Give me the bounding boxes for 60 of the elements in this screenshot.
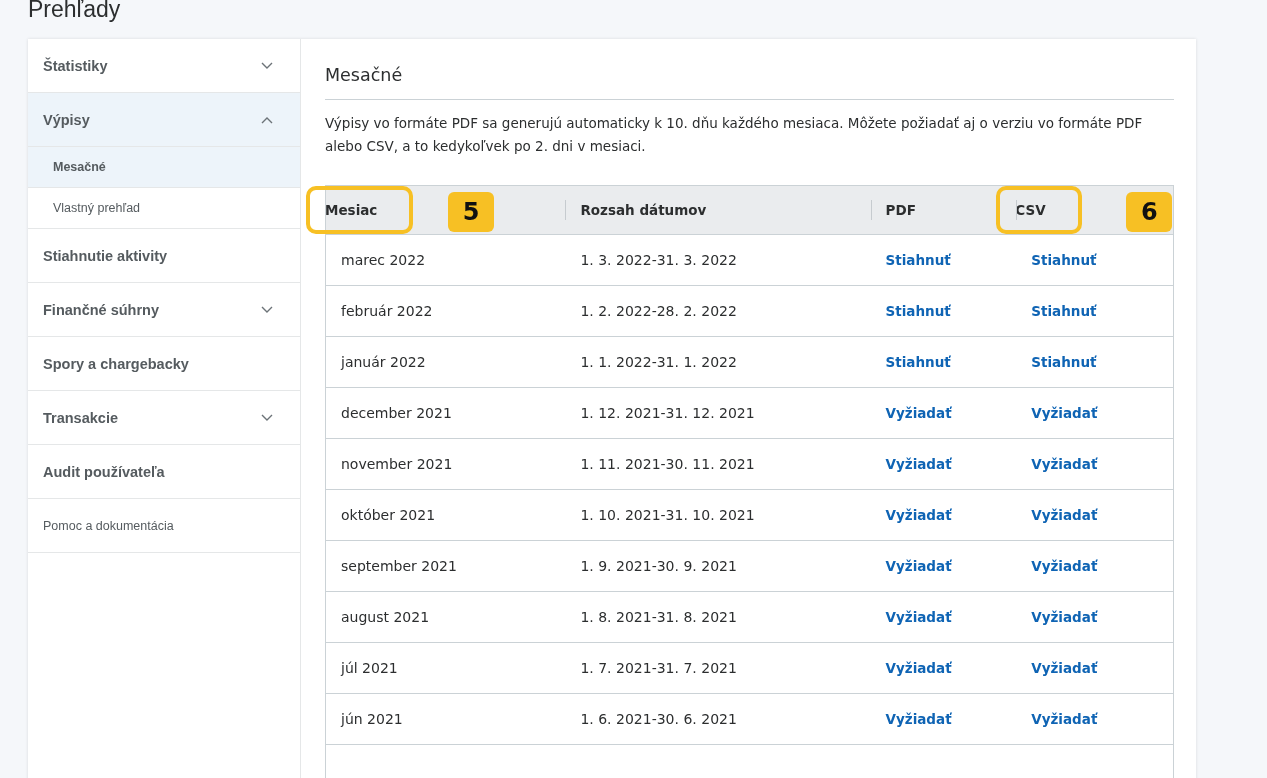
chevron-icon: [261, 115, 273, 124]
table-cell: 1. 7. 2021-31. 7. 2021: [580, 660, 737, 676]
table-cell: 1. 6. 2021-30. 6. 2021: [580, 711, 737, 727]
table-cell: marec 2022: [341, 252, 426, 268]
sidebar-subitem[interactable]: Vlastný prehľad: [28, 188, 300, 229]
sidebar-item[interactable]: Audit používateľa: [28, 445, 300, 499]
table-cell: júl 2021: [341, 660, 398, 676]
download-link[interactable]: Stiahnuť: [885, 252, 951, 268]
sidebar-subitem[interactable]: Mesačné: [28, 147, 300, 188]
callout-badge: 5: [448, 192, 494, 232]
sidebar-item[interactable]: Pomoc a dokumentácia: [28, 499, 300, 553]
download-link[interactable]: Vyžiadať: [885, 456, 952, 472]
chevron-icon: [261, 413, 273, 422]
download-link[interactable]: Stiahnuť: [1031, 303, 1097, 319]
chevron-icon: [261, 61, 273, 70]
table-cell: 1. 9. 2021-30. 9. 2021: [580, 558, 737, 574]
table-cell: 1. 2. 2022-28. 2. 2022: [580, 303, 737, 319]
download-link[interactable]: Vyžiadať: [1031, 405, 1098, 421]
download-link[interactable]: Vyžiadať: [1031, 711, 1098, 727]
download-link[interactable]: Vyžiadať: [1031, 609, 1098, 625]
download-link[interactable]: Vyžiadať: [885, 558, 952, 574]
download-link[interactable]: Vyžiadať: [885, 711, 952, 727]
table-cell: september 2021: [341, 558, 457, 574]
download-link[interactable]: Vyžiadať: [1031, 456, 1098, 472]
table-cell: 1. 3. 2022-31. 3. 2022: [580, 252, 737, 268]
download-link[interactable]: Vyžiadať: [1031, 660, 1098, 676]
table-cell: august 2021: [341, 609, 430, 625]
column-header[interactable]: Rozsah dátumov: [580, 202, 707, 218]
table-cell: 1. 11. 2021-30. 11. 2021: [580, 456, 755, 472]
sidebar-item[interactable]: Finančné súhrny: [28, 283, 300, 337]
sidebar-item[interactable]: Spory a chargebacky: [28, 337, 300, 391]
download-link[interactable]: Vyžiadať: [885, 609, 952, 625]
download-link[interactable]: Stiahnuť: [885, 354, 951, 370]
download-link[interactable]: Vyžiadať: [885, 405, 952, 421]
table-cell: jún 2021: [341, 711, 403, 727]
description-text: Výpisy vo formáte PDF sa generujú automaticky k 10. dňu každého mesiaca. Môžete požiadať aj o verziu vo formáte PDF alebo CSV, a to kedykoľvek po 2. dni v mesiaci.: [325, 114, 1144, 156]
download-link[interactable]: Stiahnuť: [1031, 252, 1097, 268]
table-cell: január 2022: [341, 354, 426, 370]
sidebar-item[interactable]: Výpisy: [28, 93, 300, 147]
page-title: Prehľady: [28, 0, 121, 24]
download-link[interactable]: Vyžiadať: [1031, 558, 1098, 574]
table-cell: 1. 8. 2021-31. 8. 2021: [580, 609, 737, 625]
download-link[interactable]: Vyžiadať: [1031, 507, 1098, 523]
section-heading: Mesačné: [325, 65, 1174, 100]
sidebar-item[interactable]: Stiahnutie aktivity: [28, 229, 300, 283]
table-cell: október 2021: [341, 507, 436, 523]
column-header[interactable]: PDF: [885, 202, 916, 218]
callout-badge: 6: [1126, 192, 1173, 232]
chevron-icon: [261, 305, 273, 314]
download-link[interactable]: Vyžiadať: [885, 507, 952, 523]
download-link[interactable]: Stiahnuť: [1031, 354, 1097, 370]
table-cell: 1. 12. 2021-31. 12. 2021: [580, 405, 755, 421]
table-cell: 1. 1. 2022-31. 1. 2022: [580, 354, 737, 370]
download-link[interactable]: Stiahnuť: [885, 303, 951, 319]
table-cell: 1. 10. 2021-31. 10. 2021: [580, 507, 755, 523]
table-cell: február 2022: [341, 303, 433, 319]
table-cell: november 2021: [341, 456, 453, 472]
download-link[interactable]: Vyžiadať: [885, 660, 952, 676]
table-cell: december 2021: [341, 405, 452, 421]
sidebar-item[interactable]: Transakcie: [28, 391, 300, 445]
